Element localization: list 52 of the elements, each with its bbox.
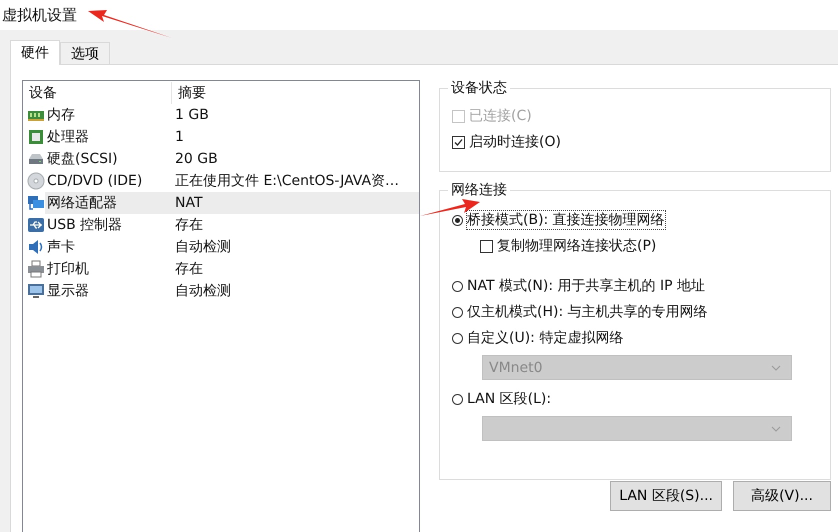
checkbox-label: 已连接(C) [469, 107, 532, 125]
device-name: 硬盘(SCSI) [46, 150, 119, 168]
device-name: 打印机 [46, 260, 90, 278]
speaker-icon [27, 238, 45, 256]
group-title: 设备状态 [448, 79, 510, 97]
selected-row[interactable]: 网络适配器 NAT [45, 192, 419, 214]
monitor-icon [27, 282, 45, 300]
radio-button[interactable] [452, 332, 463, 344]
device-summary: 存在 [175, 216, 203, 234]
device-name: 网络适配器 [46, 194, 118, 212]
caret-icon [771, 364, 781, 370]
device-summary: 自动检测 [175, 282, 231, 300]
radio-label: LAN 区段(L): [467, 390, 552, 408]
radio-label: 仅主机模式(H): 与主机共享的专用网络 [467, 303, 708, 321]
radio-button[interactable] [452, 306, 463, 318]
column-header[interactable]: 设备 [23, 82, 172, 104]
tab[interactable]: 硬件 [10, 40, 60, 65]
window-title: 虚拟机设置 [1, 6, 77, 24]
usb-icon [27, 216, 45, 234]
radio-label: NAT 模式(N): 用于共享主机的 IP 地址 [467, 277, 705, 295]
radio-button[interactable] [452, 214, 463, 226]
device-summary: NAT [175, 195, 203, 211]
device-name: 处理器 [46, 128, 90, 146]
radio-label: 桥接模式(B): 直接连接物理网络 [467, 211, 665, 229]
radio-label: 自定义(U): 特定虚拟网络 [467, 329, 624, 347]
device-summary: 1 [175, 129, 184, 145]
device-summary: 1 GB [175, 107, 209, 123]
group-title: 网络连接 [448, 181, 510, 199]
device-name: CD/DVD (IDE) [46, 173, 144, 189]
printer-icon [27, 260, 45, 278]
caret-icon [771, 426, 781, 432]
disc-icon [27, 172, 45, 190]
tab[interactable]: 选项 [60, 42, 110, 64]
device-summary: 20 GB [175, 151, 218, 167]
lan-segments-button[interactable]: LAN 区段(S)... [610, 481, 722, 511]
device-name: 内存 [46, 106, 76, 124]
radio-button[interactable] [452, 280, 463, 292]
checkbox[interactable] [480, 240, 493, 252]
network-icon [27, 194, 45, 212]
checkbox-label: 复制物理网络连接状态(P) [497, 237, 656, 255]
advanced-button[interactable]: 高级(V)... [733, 481, 831, 511]
device-summary: 自动检测 [175, 238, 231, 256]
processor-icon [27, 128, 45, 146]
device-name: USB 控制器 [46, 216, 124, 234]
device-name: 声卡 [46, 238, 76, 256]
checkbox[interactable] [452, 136, 465, 148]
device-name: 显示器 [46, 282, 90, 300]
radio-button[interactable] [452, 394, 463, 404]
column-header[interactable]: 摘要 [172, 82, 206, 104]
checkbox-label: 启动时连接(O) [469, 133, 561, 151]
device-summary: 正在使用文件 E:\CentOS-JAVA资… [175, 172, 400, 190]
device-summary: 存在 [175, 260, 203, 278]
